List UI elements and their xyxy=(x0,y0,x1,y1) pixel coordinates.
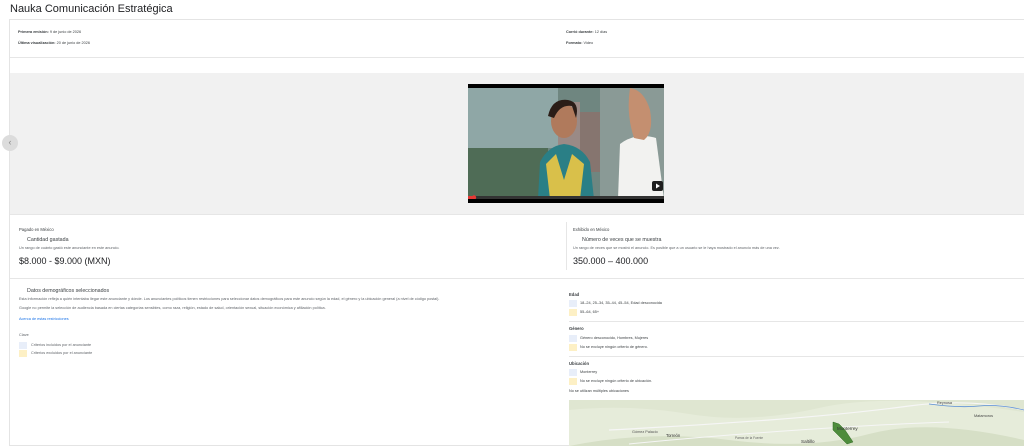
included-swatch xyxy=(569,300,577,307)
spend-region: Pagado en México xyxy=(19,227,54,232)
divider xyxy=(10,57,1024,58)
location-label: Ubicación xyxy=(569,361,590,366)
divider xyxy=(10,278,1024,279)
age-excluded: 55–64, 65+ xyxy=(580,310,600,314)
gender-included: Género desconocido, Hombres, Mujeres xyxy=(580,336,649,340)
divider xyxy=(566,222,567,270)
format: Formato: Video xyxy=(566,41,594,45)
restrictions-link[interactable]: Acerca de estas restricciones xyxy=(19,317,69,321)
map-label: Torreón xyxy=(666,433,681,438)
spend-value: $8.000 - $9.000 (MXN) xyxy=(19,256,111,266)
demographics-title: Datos demográficos seleccionados xyxy=(27,288,110,294)
age-label: Edad xyxy=(569,292,580,297)
impressions-title: Número de veces que se muestra xyxy=(582,237,662,243)
key-label: Clave xyxy=(19,333,29,337)
impressions-region: Exhibido en México xyxy=(573,227,610,232)
map-label: Reynosa xyxy=(937,401,952,405)
spend-title: Cantidad gastada xyxy=(27,237,69,243)
map-graphic xyxy=(569,400,1024,446)
page-title: Nauka Comunicación Estratégica xyxy=(10,3,173,15)
impressions-value: 350.000 – 400.000 xyxy=(573,256,649,266)
map-label: Gómez Palacio xyxy=(632,430,658,434)
divider xyxy=(10,214,1024,215)
included-swatch xyxy=(569,369,577,376)
location-map[interactable]: Reynosa Matamoros Monterrey Saltillo Tor… xyxy=(569,400,1024,446)
location-included: Monterrey xyxy=(580,370,598,374)
chevron-left-icon[interactable]: ‹ xyxy=(2,135,18,151)
excluded-swatch xyxy=(569,378,577,385)
first-shown: Primera emisión: 9 de junio de 2026 xyxy=(18,30,82,34)
divider xyxy=(569,321,1024,322)
map-label: Monterrey xyxy=(837,426,858,431)
map-label: Saltillo xyxy=(801,439,815,444)
age-included: 18–24, 25–34, 35–44, 45–54, Edad descono… xyxy=(580,301,662,305)
map-label: Parras de la Fuente xyxy=(735,436,763,440)
excluded-swatch xyxy=(569,344,577,351)
excluded-swatch xyxy=(19,350,27,357)
ran-for: Corrió durante: 12 días xyxy=(566,30,608,34)
location-note: No se utilizan múltiples ubicaciones xyxy=(569,389,629,393)
gender-label: Género xyxy=(569,326,584,331)
gender-excluded: No se excluye ningún criterio de género. xyxy=(580,345,648,349)
excluded-swatch xyxy=(569,309,577,316)
key-included: Criterios incluidos por el anunciante xyxy=(31,343,92,347)
demographics-line2: Google no permite la selección de audien… xyxy=(19,306,326,310)
impressions-description: Un rango de veces que se mostró el anunc… xyxy=(573,246,780,250)
last-shown: Última visualización: 20 de junio de 202… xyxy=(18,41,90,45)
included-swatch xyxy=(19,342,27,349)
ad-video-player[interactable] xyxy=(468,84,664,203)
key-excluded: Criterios excluidos por el anunciante xyxy=(31,351,93,355)
map-label: Matamoros xyxy=(974,414,993,418)
spend-description: Un rango de cuánto gastó este anunciante… xyxy=(19,246,120,250)
location-excluded: No se excluye ningún criterio de ubicaci… xyxy=(580,379,653,383)
demographics-line1: Esta información refleja a quién intenta… xyxy=(19,297,440,301)
divider xyxy=(569,356,1024,357)
included-swatch xyxy=(569,335,577,342)
